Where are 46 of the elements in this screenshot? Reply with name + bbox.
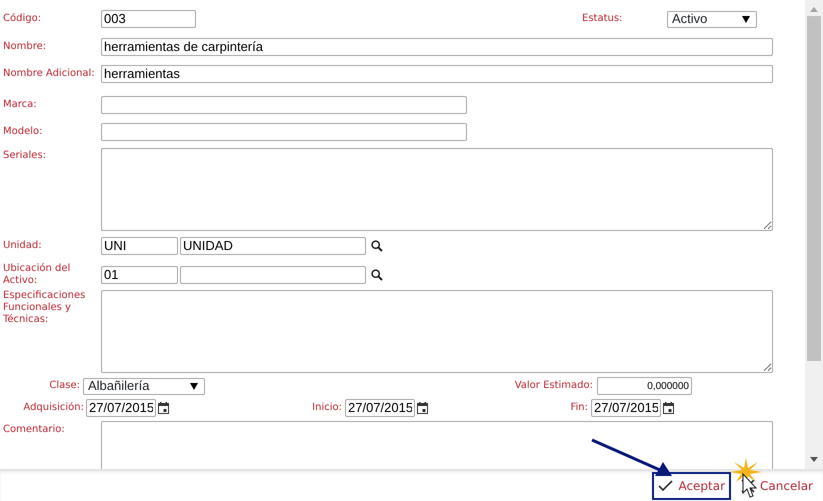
field-label: Nombre: (2, 41, 48, 53)
calendar-icon[interactable] (417, 402, 428, 414)
input-field[interactable]: UNIDAD (180, 237, 366, 255)
scroll-down-icon[interactable] (810, 457, 818, 462)
field-label: Clase: (48, 380, 81, 392)
caret-icon (742, 16, 750, 22)
field-label: Comentario: (2, 424, 66, 436)
accept-button[interactable]: Aceptar (652, 472, 732, 500)
dropdown[interactable]: Activo (667, 10, 757, 28)
input-field[interactable]: 01 (101, 266, 178, 284)
close-icon (741, 478, 756, 492)
calendar-icon[interactable] (663, 402, 674, 414)
input-field[interactable] (101, 123, 467, 141)
field-label: Adquisición: (22, 402, 85, 414)
text-area[interactable] (101, 148, 773, 231)
cancel-button[interactable]: Cancelar (735, 472, 819, 500)
scrollbar-thumb[interactable] (807, 16, 821, 361)
field-label: Fin: (569, 402, 589, 414)
search-icon[interactable] (371, 240, 383, 252)
input-field[interactable]: 0,000000 (597, 377, 692, 395)
input-field[interactable]: herramientas (101, 65, 773, 83)
input-field[interactable] (180, 266, 366, 284)
search-icon[interactable] (371, 269, 383, 281)
input-field[interactable]: herramientas de carpintería (101, 38, 773, 56)
checkmark-icon (658, 480, 674, 491)
dropdown[interactable]: Albañilería (83, 378, 205, 394)
field-label: Valor Estimado: (514, 380, 594, 392)
text-area[interactable] (101, 290, 773, 373)
field-label: Estatus: (582, 13, 624, 25)
caret-icon (190, 382, 198, 390)
input-field[interactable]: 003 (101, 10, 196, 28)
field-label: Ubicación del Activo: (2, 263, 72, 287)
scroll-up-icon[interactable] (810, 7, 818, 12)
input-field[interactable]: UNI (101, 237, 178, 255)
field-label: Especificaciones Funcionales y Técnicas: (2, 290, 86, 326)
field-label: Unidad: (2, 240, 43, 252)
field-label: Código: (2, 13, 42, 25)
text-area[interactable] (101, 421, 773, 469)
calendar-icon[interactable] (158, 402, 169, 414)
field-label: Nombre Adicional: (2, 68, 96, 80)
field-label: Inicio: (311, 402, 343, 414)
field-label: Modelo: (2, 126, 44, 138)
field-label: Seriales: (2, 150, 48, 162)
cursor-icon (742, 472, 758, 498)
field-label: Marca: (2, 99, 38, 111)
input-field[interactable] (101, 96, 467, 114)
